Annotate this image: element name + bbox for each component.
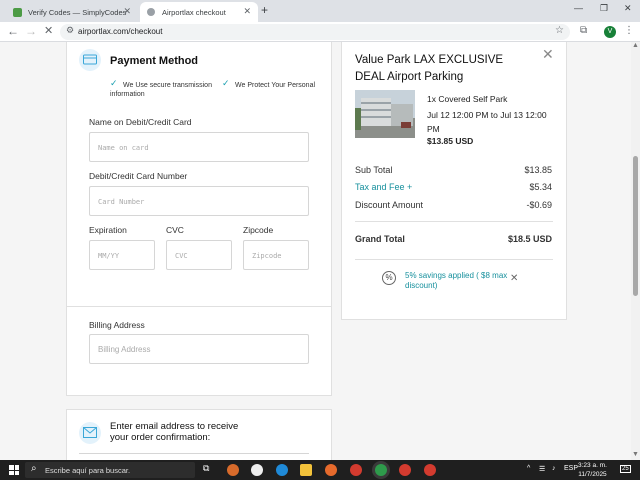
zipcode-placeholder: Zipcode	[252, 252, 282, 260]
protect-note: We Protect Your Personal information	[110, 82, 316, 98]
grand-total-value: $18.5 USD	[507, 234, 552, 244]
site-info-icon[interactable]: ⚙	[66, 25, 74, 36]
search-icon: ⌕	[31, 463, 37, 474]
chrome-active-icon[interactable]	[375, 464, 387, 476]
cvc-placeholder: CVC	[175, 252, 188, 260]
scroll-down-icon[interactable]: ▼	[632, 451, 639, 458]
minimize-icon[interactable]: —	[574, 3, 583, 13]
discount-value: -$0.69	[526, 200, 552, 210]
edge-icon[interactable]	[276, 464, 288, 476]
browser-toolbar: ← → ✕ ⚙ airportlax.com/checkout ☆ ⧉ V ⋮	[0, 22, 640, 42]
cvc-label: CVC	[166, 225, 184, 235]
tab-title: Airportlax checkout	[162, 7, 226, 17]
firefox-icon[interactable]	[325, 464, 337, 476]
payment-method-card: Payment Method ✓ We Use secure transmiss…	[66, 42, 332, 335]
parking-garage-image	[355, 90, 415, 138]
name-label: Name on Debit/Credit Card	[89, 117, 192, 127]
media-player-icon[interactable]	[251, 464, 263, 476]
name-on-card-field[interactable]: Name on card	[89, 132, 309, 162]
email-input-border	[79, 453, 309, 454]
divider	[355, 221, 553, 222]
new-tab-icon[interactable]: +	[261, 3, 268, 17]
close-window-icon[interactable]: ✕	[624, 3, 632, 14]
scroll-up-icon[interactable]: ▲	[632, 42, 639, 49]
airportlax-favicon-icon	[147, 8, 155, 16]
clock-date: 11/7/2025	[578, 471, 607, 478]
menu-kebab-icon[interactable]: ⋮	[624, 25, 634, 36]
tax-value: $5.34	[529, 182, 552, 192]
close-icon[interactable]: ✕	[542, 47, 554, 61]
tab-strip: Verify Codes — SimplyCodes ✕ Airportlax …	[0, 0, 640, 22]
tab-airportlax-checkout[interactable]: Airportlax checkout ✕	[140, 2, 258, 22]
url-text: airportlax.com/checkout	[78, 27, 163, 36]
tax-fee-link[interactable]: Tax and Fee +	[355, 182, 412, 192]
page-scrollbar[interactable]: ▲ ▼	[631, 42, 640, 460]
search-placeholder: Escribe aquí para buscar.	[45, 466, 131, 475]
card-number-field[interactable]: Card Number	[89, 186, 309, 216]
close-tab-icon[interactable]: ✕	[243, 6, 251, 17]
payment-title: Payment Method	[110, 55, 199, 67]
taskbar-search[interactable]: ⌕ Escribe aquí para buscar.	[25, 462, 195, 478]
summary-title: Value Park LAX EXCLUSIVE DEAL Airport Pa…	[355, 54, 504, 83]
discount-percent-icon: %	[382, 271, 396, 285]
file-explorer-icon[interactable]	[300, 464, 312, 476]
item-name: 1x Covered Self Park	[427, 94, 508, 104]
expiration-field[interactable]: MM/YY	[89, 240, 155, 270]
cvc-field[interactable]: CVC	[166, 240, 232, 270]
close-tab-icon[interactable]: ✕	[123, 6, 131, 17]
address-bar[interactable]: ⚙ airportlax.com/checkout ☆	[60, 24, 570, 40]
task-view-icon[interactable]: ⧉	[203, 463, 209, 474]
envelope-icon	[79, 422, 101, 444]
tab-verify-codes[interactable]: Verify Codes — SimplyCodes ✕	[6, 2, 138, 22]
discount-label: Discount Amount	[355, 200, 424, 210]
maximize-icon[interactable]: ❐	[600, 3, 608, 14]
app-icon[interactable]	[227, 464, 239, 476]
item-price: $13.85 USD	[427, 136, 474, 146]
savings-note: 5% savings applied ( $8 max discount)	[405, 271, 508, 290]
language-indicator[interactable]: ESP	[564, 465, 578, 472]
chrome-icon[interactable]	[399, 464, 411, 476]
notification-count[interactable]: 25	[620, 465, 631, 473]
card-number-label: Debit/Credit Card Number	[89, 171, 188, 181]
windows-start-icon[interactable]	[9, 465, 19, 475]
remove-discount-icon[interactable]: ✕	[510, 273, 518, 284]
chevron-up-icon[interactable]: ^	[527, 465, 530, 472]
credit-card-icon	[79, 49, 101, 71]
checkout-page: Payment Method ✓ We Use secure transmiss…	[0, 42, 640, 460]
billing-address-card: Billing Address Billing Address	[66, 306, 332, 396]
stop-loading-icon[interactable]: ✕	[44, 24, 53, 37]
profile-avatar[interactable]: V	[604, 26, 616, 38]
expiration-label: Expiration	[89, 225, 127, 235]
clock[interactable]: 3:23 a. m. 11/7/2025	[578, 461, 607, 479]
billing-placeholder: Billing Address	[98, 345, 151, 354]
chrome-icon[interactable]	[350, 464, 362, 476]
windows-taskbar: ⌕ Escribe aquí para buscar. ⧉ ^ ☰ ♪ ESP …	[0, 460, 640, 480]
grand-total-label: Grand Total	[355, 234, 405, 244]
bookmark-star-icon[interactable]: ☆	[555, 25, 564, 36]
divider	[355, 259, 553, 260]
card-number-placeholder: Card Number	[98, 198, 145, 206]
subtotal-value: $13.85	[524, 165, 552, 175]
email-title: Enter email address to receive your orde…	[110, 421, 239, 443]
forward-icon[interactable]: →	[25, 24, 37, 38]
clock-time: 3:23 a. m.	[578, 462, 607, 469]
chrome-icon[interactable]	[424, 464, 436, 476]
tab-title: Verify Codes — SimplyCodes	[28, 7, 127, 17]
order-summary-card: Value Park LAX EXCLUSIVE DEAL Airport Pa…	[341, 42, 567, 320]
zipcode-field[interactable]: Zipcode	[243, 240, 309, 270]
billing-address-field[interactable]: Billing Address	[89, 334, 309, 364]
volume-icon[interactable]: ♪	[552, 465, 556, 472]
expiration-placeholder: MM/YY	[98, 252, 120, 260]
email-card: Enter email address to receive your orde…	[66, 409, 332, 460]
zipcode-label: Zipcode	[243, 225, 274, 235]
name-placeholder: Name on card	[98, 144, 149, 152]
simplycodes-favicon-icon	[13, 8, 22, 17]
billing-label: Billing Address	[89, 320, 145, 330]
extensions-icon[interactable]: ⧉	[580, 25, 587, 36]
item-dates: Jul 12 12:00 PM to Jul 13 12:00 PM	[427, 110, 547, 134]
scrollbar-thumb[interactable]	[633, 156, 638, 296]
network-icon[interactable]: ☰	[539, 465, 545, 473]
back-icon[interactable]: ←	[7, 24, 19, 38]
subtotal-label: Sub Total	[355, 165, 393, 175]
